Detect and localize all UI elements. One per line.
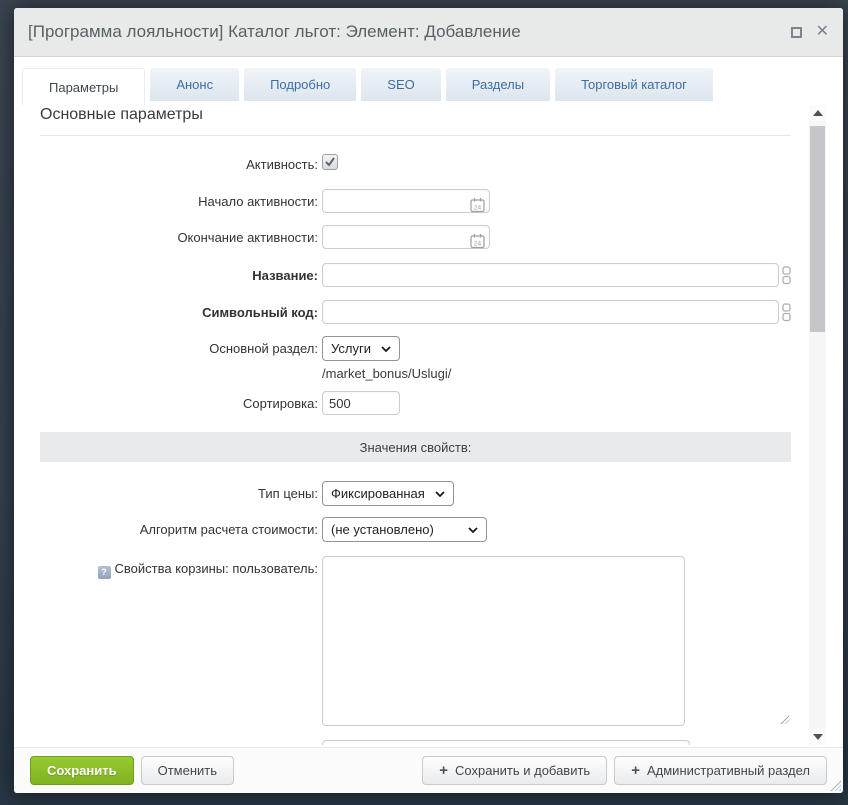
algorithm-selected: (не установлено): [331, 522, 434, 537]
chevron-down-icon: [381, 346, 391, 352]
dialog-title: [Программа лояльности] Каталог льгот: Эл…: [14, 22, 521, 42]
translit-link-icon[interactable]: [782, 266, 791, 285]
algorithm-select[interactable]: (не установлено): [322, 517, 487, 542]
sort-input[interactable]: [322, 391, 400, 415]
cancel-button[interactable]: Отменить: [141, 756, 234, 785]
calendar-icon[interactable]: 24: [470, 197, 485, 213]
resize-grip-icon[interactable]: [779, 714, 789, 724]
basket-user-label-wrap: ? Свойства корзины: пользователь:: [40, 556, 318, 579]
row-basket-manager: ?Свойства корзины: менеджер:: [40, 740, 791, 745]
row-name: Название:: [40, 263, 791, 287]
algorithm-label: Алгоритм расчета стоимости:: [40, 517, 318, 537]
row-algorithm: Алгоритм расчета стоимости: (не установл…: [40, 517, 791, 542]
tab-detail[interactable]: Подробно: [244, 68, 356, 101]
help-icon[interactable]: ?: [98, 566, 111, 579]
checkmark-icon: [323, 155, 337, 169]
row-date-start: Начало активности: 24: [40, 189, 791, 213]
admin-section-label: Административный раздел: [647, 763, 810, 778]
name-label: Название:: [40, 263, 318, 283]
tab-seo[interactable]: SEO: [361, 68, 440, 101]
plus-icon: +: [631, 763, 640, 778]
price-type-select[interactable]: Фиксированная: [322, 481, 454, 506]
main-section-path: /market_bonus/Uslugi/: [322, 366, 791, 381]
basket-user-textarea[interactable]: [322, 556, 685, 726]
section-title: Основные параметры: [40, 105, 791, 124]
window-controls: ✕: [791, 8, 829, 56]
properties-header: Значения свойств:: [40, 432, 791, 462]
tab-announce[interactable]: Анонс: [150, 68, 239, 101]
close-icon[interactable]: ✕: [816, 24, 829, 40]
save-button[interactable]: Сохранить: [30, 756, 134, 785]
plus-icon: +: [439, 763, 448, 778]
sort-label: Сортировка:: [40, 391, 318, 411]
basket-user-label: Свойства корзины: пользователь:: [115, 561, 318, 576]
row-sort: Сортировка:: [40, 391, 791, 415]
date-start-label: Начало активности:: [40, 189, 318, 209]
active-label: Активность:: [40, 152, 318, 172]
active-checkbox[interactable]: [322, 154, 338, 170]
main-section-selected: Услуги: [331, 341, 371, 356]
dialog-resize-grip[interactable]: [830, 780, 841, 791]
vertical-scrollbar[interactable]: [809, 105, 826, 745]
translit-link-icon[interactable]: [782, 303, 791, 322]
scrollbar-thumb[interactable]: [810, 126, 825, 332]
save-and-add-button[interactable]: + Сохранить и добавить: [422, 756, 607, 785]
form-scroll-area: Основные параметры Активность:: [14, 105, 843, 745]
date-end-input[interactable]: [322, 225, 490, 249]
scroll-down-arrow-icon[interactable]: [809, 729, 826, 745]
main-section-select[interactable]: Услуги: [322, 336, 400, 361]
row-basket-user: ? Свойства корзины: пользователь:: [40, 556, 791, 726]
main-section-label: Основной раздел:: [40, 336, 318, 356]
price-type-label: Тип цены:: [40, 481, 318, 501]
row-main-section: Основной раздел: Услуги /market_bonus/Us…: [40, 336, 791, 381]
row-date-end: Окончание активности: 24: [40, 225, 791, 249]
scroll-up-arrow-icon[interactable]: [809, 105, 826, 121]
calendar-icon[interactable]: 24: [470, 233, 485, 249]
chevron-down-icon: [435, 491, 445, 497]
maximize-icon[interactable]: [791, 27, 802, 38]
code-input[interactable]: [322, 300, 779, 324]
date-start-input[interactable]: [322, 189, 490, 213]
price-type-selected: Фиксированная: [331, 486, 425, 501]
save-and-add-label: Сохранить и добавить: [455, 763, 590, 778]
dialog-titlebar: [Программа лояльности] Каталог льгот: Эл…: [14, 8, 843, 57]
date-end-label: Окончание активности:: [40, 225, 318, 245]
tab-trade-catalog[interactable]: Торговый каталог: [555, 68, 713, 101]
chevron-down-icon: [468, 527, 478, 533]
svg-text:24: 24: [474, 204, 482, 211]
row-active: Активность:: [40, 152, 791, 175]
basket-manager-input[interactable]: [322, 740, 690, 745]
dialog-footer: Сохранить Отменить + Сохранить и добавит…: [14, 747, 843, 793]
tab-parameters[interactable]: Параметры: [22, 68, 145, 105]
svg-text:24: 24: [474, 240, 482, 247]
tab-strip: Параметры Анонс Подробно SEO Разделы Тор…: [14, 57, 843, 105]
basket-manager-label-wrap: ?Свойства корзины: менеджер:: [40, 740, 318, 745]
code-label: Символьный код:: [40, 300, 318, 320]
overlay-backdrop: [Программа лояльности] Каталог льгот: Эл…: [0, 0, 848, 805]
row-code: Символьный код:: [40, 300, 791, 324]
name-input[interactable]: [322, 263, 779, 287]
add-element-dialog: [Программа лояльности] Каталог льгот: Эл…: [14, 8, 843, 793]
tab-sections[interactable]: Разделы: [446, 68, 550, 101]
section-divider: [40, 135, 791, 136]
admin-section-button[interactable]: + Административный раздел: [614, 756, 827, 785]
row-price-type: Тип цены: Фиксированная: [40, 481, 791, 506]
